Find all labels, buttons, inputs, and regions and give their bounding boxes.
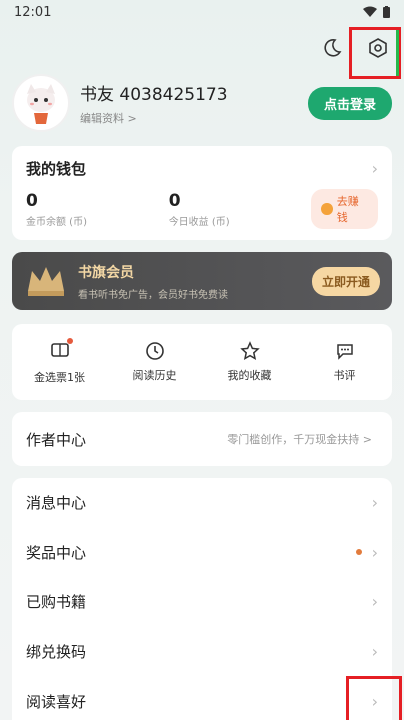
star-icon [239, 341, 260, 360]
status-icons [363, 6, 390, 18]
notification-dot [355, 549, 362, 556]
avatar[interactable] [12, 74, 70, 132]
notification-dot [66, 337, 73, 344]
shortcuts-card: 金选票1张 阅读历史 我的收藏 书评 [12, 324, 392, 400]
author-center-subtitle: 零门槛创作，千万现金扶持 > [227, 433, 372, 446]
wallet-title: 我的钱包 [26, 160, 87, 178]
battery-icon [383, 6, 390, 18]
shortcut-reading-history[interactable]: 阅读历史 [110, 341, 200, 383]
settings-highlight-edge [390, 30, 399, 76]
menu-item-label: 绑兑换码 [26, 643, 87, 662]
vip-subtitle: 看书听书免广告，会员好书免费读 [78, 289, 228, 301]
night-mode-button[interactable] [320, 36, 344, 60]
menu-item-label: 已购书籍 [26, 593, 87, 612]
wifi-icon [363, 6, 377, 17]
edit-profile-link[interactable]: 编辑资料 > [80, 110, 308, 126]
earn-money-label: 去赚钱 [336, 195, 359, 224]
earn-money-button[interactable]: 去赚钱 [311, 189, 378, 229]
avatar-mascot-icon [27, 84, 55, 124]
menu-item-reading-preferences[interactable]: 阅读喜好 › [12, 676, 392, 720]
today-earnings-value: 0 [168, 190, 181, 211]
menu-item-label: 阅读喜好 [26, 692, 87, 711]
menu-item-label: 奖品中心 [26, 543, 87, 562]
shortcut-label: 书评 [333, 369, 356, 382]
shortcut-gold-ticket[interactable]: 金选票1张 [15, 337, 105, 385]
chevron-right-icon: › [371, 592, 378, 612]
chevron-right-icon: › [371, 542, 378, 562]
coin-balance-value: 0 [26, 190, 38, 211]
vip-title: 书旗会员 [78, 264, 134, 281]
clock-icon [145, 342, 164, 360]
status-time: 12:01 [14, 4, 52, 20]
shortcut-reviews[interactable]: 书评 [300, 341, 390, 383]
author-center-row[interactable]: 作者中心 零门槛创作，千万现金扶持 > [12, 412, 392, 466]
today-earnings-label: 今日收益 (币) [168, 216, 230, 228]
shortcut-label: 金选票1张 [34, 370, 85, 384]
vip-open-button[interactable]: 立即开通 [311, 266, 380, 296]
chevron-right-icon: › [371, 493, 378, 513]
shortcut-label: 我的收藏 [227, 369, 272, 382]
status-bar: 12:01 [0, 0, 404, 24]
menu-list: 消息中心 › 奖品中心 › 已购书籍 › 绑兑换码 › 阅读喜好 › [12, 478, 392, 720]
chevron-right-icon: › [371, 642, 378, 662]
menu-item-label: 消息中心 [26, 494, 87, 513]
profile-header: 书友 4038425173 编辑资料 > 点击登录 [12, 72, 392, 134]
author-center-title: 作者中心 [26, 430, 87, 449]
coin-icon [321, 203, 333, 215]
wallet-card[interactable]: 我的钱包 › 0 金币余额 (币) 0 今日收益 (币) 去赚钱 [12, 146, 392, 240]
coin-balance-label: 金币余额 (币) [26, 216, 87, 228]
menu-item-redeem-code[interactable]: 绑兑换码 › [12, 627, 392, 677]
username: 书友 4038425173 [80, 85, 228, 105]
crown-icon [28, 267, 64, 296]
shortcut-favorites[interactable]: 我的收藏 [205, 341, 295, 383]
vip-banner[interactable]: 书旗会员 看书听书免广告，会员好书免费读 立即开通 [12, 252, 392, 310]
moon-icon [324, 39, 342, 57]
login-button[interactable]: 点击登录 [307, 86, 392, 120]
wallet-chevron-icon: › [371, 159, 378, 178]
shortcut-label: 阅读历史 [132, 369, 177, 382]
menu-item-prizes[interactable]: 奖品中心 › [12, 528, 392, 578]
menu-item-messages[interactable]: 消息中心 › [12, 478, 392, 528]
preferences-highlight-box [346, 676, 402, 720]
comment-icon [336, 344, 353, 360]
menu-item-purchased-books[interactable]: 已购书籍 › [12, 577, 392, 627]
